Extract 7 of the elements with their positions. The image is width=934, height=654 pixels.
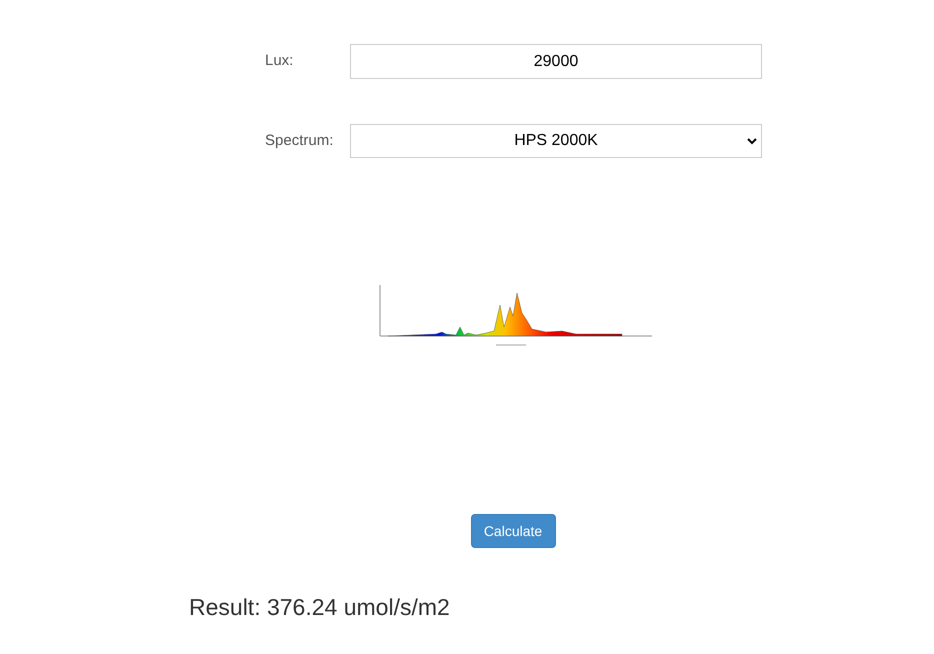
lux-label: Lux:	[265, 51, 294, 72]
calculate-button[interactable]: Calculate	[470, 514, 556, 548]
lux-input[interactable]: 29000	[350, 44, 762, 79]
result-text: Result: 376.24 umol/s/m2	[189, 594, 450, 620]
spectrum-label: Spectrum:	[265, 130, 334, 151]
spectrum-select[interactable]: HPS 2000K	[350, 124, 762, 158]
caret-icon	[747, 138, 757, 145]
